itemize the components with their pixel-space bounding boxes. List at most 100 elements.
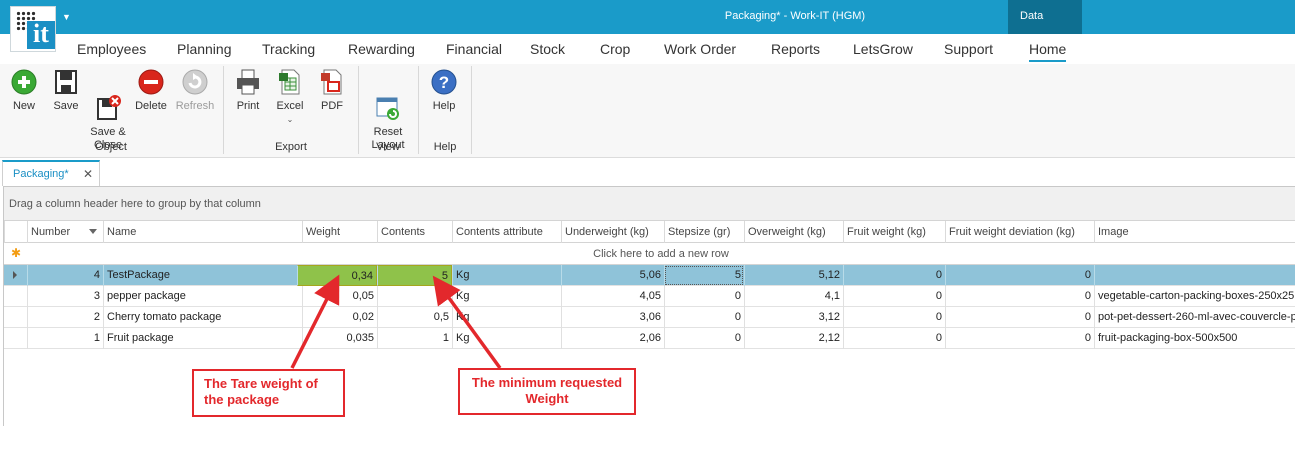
cell-weight[interactable]: 0,02 — [302, 307, 377, 328]
new-button[interactable]: New — [8, 68, 40, 113]
group-by-panel[interactable]: Drag a column header here to group by th… — [4, 187, 1295, 221]
cell-name[interactable]: pepper package — [103, 286, 302, 307]
excel-label: Excel — [276, 100, 304, 112]
cell-image[interactable]: fruit-packaging-box-500x500 — [1094, 328, 1295, 349]
cell-contents[interactable]: 0,5 — [377, 307, 452, 328]
cell-name[interactable]: Cherry tomato package — [103, 307, 302, 328]
cell-image[interactable]: pot-pet-dessert-260-ml-avec-couvercle-p — [1094, 307, 1295, 328]
excel-icon — [276, 68, 304, 96]
save-close-button[interactable]: Save & Close — [88, 68, 128, 152]
column-header-contents[interactable]: Contents — [377, 221, 452, 243]
cell-stepsize[interactable]: 0 — [664, 328, 744, 349]
print-icon — [234, 68, 262, 96]
menu-employees[interactable]: Employees — [77, 41, 146, 57]
cell-number[interactable]: 3 — [27, 286, 103, 307]
save-button[interactable]: Save — [50, 68, 82, 113]
cell-weight[interactable]: 0,05 — [302, 286, 377, 307]
cell-underweight[interactable]: 2,06 — [561, 328, 664, 349]
new-row-prompt: Click here to add a new row — [593, 248, 729, 260]
cell-contents[interactable]: 5 — [377, 265, 452, 286]
pdf-button[interactable]: PDF — [316, 68, 348, 113]
print-button[interactable]: Print — [232, 68, 264, 113]
table-row[interactable]: 4 TestPackage 0,34 5 Kg 5,06 5 5,12 0 0 — [4, 265, 1295, 286]
menu-financial[interactable]: Financial — [446, 41, 502, 57]
cell-name[interactable]: Fruit package — [103, 328, 302, 349]
menu-letsgrow[interactable]: LetsGrow — [853, 41, 913, 57]
cell-fruit-weight-deviation[interactable]: 0 — [945, 265, 1094, 286]
column-header-name[interactable]: Name — [103, 221, 302, 243]
column-header-fruit-weight[interactable]: Fruit weight (kg) — [843, 221, 945, 243]
menu-crop[interactable]: Crop — [600, 41, 630, 57]
excel-button[interactable]: Excel ⌄ — [274, 68, 306, 126]
menu-tracking[interactable]: Tracking — [262, 41, 315, 57]
column-header-underweight[interactable]: Underweight (kg) — [561, 221, 664, 243]
cell-stepsize[interactable]: 5 — [664, 265, 744, 286]
cell-overweight[interactable]: 2,12 — [744, 328, 843, 349]
column-header-weight[interactable]: Weight — [302, 221, 377, 243]
cell-contents-attribute[interactable]: Kg — [452, 265, 561, 286]
cell-number[interactable]: 1 — [27, 328, 103, 349]
data-context-tab[interactable]: Data — [1008, 0, 1082, 34]
cell-image[interactable]: vegetable-carton-packing-boxes-250x25 — [1094, 286, 1295, 307]
cell-fruit-weight[interactable]: 0 — [843, 265, 945, 286]
svg-text:?: ? — [439, 73, 449, 92]
column-header-number[interactable]: Number — [27, 221, 103, 243]
document-tabs: Packaging* ✕ — [0, 158, 1295, 186]
cell-stepsize[interactable]: 0 — [664, 286, 744, 307]
cell-fruit-weight-deviation[interactable]: 0 — [945, 328, 1094, 349]
cell-image[interactable] — [1094, 265, 1295, 286]
cell-contents-attribute[interactable]: Kg — [452, 307, 561, 328]
sort-descending-icon — [89, 229, 97, 234]
cell-overweight[interactable]: 3,12 — [744, 307, 843, 328]
cell-contents-attribute[interactable]: Kg — [452, 286, 561, 307]
cell-number[interactable]: 4 — [27, 265, 103, 286]
cell-fruit-weight-deviation[interactable]: 0 — [945, 286, 1094, 307]
column-header-image[interactable]: Image — [1094, 221, 1295, 243]
menu-work-order[interactable]: Work Order — [664, 41, 736, 57]
cell-weight[interactable]: 0,34 — [297, 265, 377, 286]
new-row[interactable]: ✱ Click here to add a new row — [4, 243, 1295, 265]
cell-underweight[interactable]: 4,05 — [561, 286, 664, 307]
column-header-fruit-weight-deviation[interactable]: Fruit weight deviation (kg) — [945, 221, 1094, 243]
column-header-overweight[interactable]: Overweight (kg) — [744, 221, 843, 243]
delete-button[interactable]: Delete — [134, 68, 168, 113]
column-header-stepsize[interactable]: Stepsize (gr) — [664, 221, 744, 243]
menu-support[interactable]: Support — [944, 41, 993, 57]
excel-dropdown-icon[interactable]: ⌄ — [274, 113, 306, 126]
cell-underweight[interactable]: 3,06 — [561, 307, 664, 328]
cell-overweight[interactable]: 4,1 — [744, 286, 843, 307]
group-export-label: Export — [275, 141, 307, 153]
cell-contents[interactable]: 1 — [377, 328, 452, 349]
cell-contents-attribute[interactable]: Kg — [452, 328, 561, 349]
menu-home[interactable]: Home — [1029, 41, 1067, 62]
menu-stock[interactable]: Stock — [530, 41, 565, 57]
cell-stepsize[interactable]: 0 — [664, 307, 744, 328]
cell-underweight[interactable]: 5,06 — [561, 265, 664, 286]
column-header-contents-attribute[interactable]: Contents attribute — [452, 221, 561, 243]
table-row[interactable]: 3 pepper package 0,05 Kg 4,05 0 4,1 0 0 … — [4, 286, 1295, 307]
cell-overweight[interactable]: 5,12 — [744, 265, 843, 286]
menu-rewarding[interactable]: Rewarding — [348, 41, 415, 57]
cell-weight[interactable]: 0,035 — [302, 328, 377, 349]
cell-contents[interactable] — [377, 286, 452, 307]
row-indicator-header — [4, 221, 27, 243]
tab-packaging-label: Packaging* — [13, 168, 69, 180]
table-row[interactable]: 2 Cherry tomato package 0,02 0,5 Kg 3,06… — [4, 307, 1295, 328]
cell-fruit-weight[interactable]: 0 — [843, 307, 945, 328]
cell-fruit-weight[interactable]: 0 — [843, 328, 945, 349]
refresh-button[interactable]: Refresh — [174, 68, 216, 113]
cell-name[interactable]: TestPackage — [103, 265, 302, 286]
tab-packaging[interactable]: Packaging* ✕ — [2, 160, 100, 186]
table-row[interactable]: 1 Fruit package 0,035 1 Kg 2,06 0 2,12 0… — [4, 328, 1295, 349]
close-icon[interactable]: ✕ — [83, 167, 93, 181]
menu-reports[interactable]: Reports — [771, 41, 820, 57]
menu-planning[interactable]: Planning — [177, 41, 232, 57]
cell-fruit-weight-deviation[interactable]: 0 — [945, 307, 1094, 328]
save-icon — [52, 68, 80, 96]
cell-fruit-weight[interactable]: 0 — [843, 286, 945, 307]
help-button[interactable]: ? Help — [428, 68, 460, 113]
reset-layout-button[interactable]: Reset Layout — [366, 68, 410, 152]
app-menu-caret-icon[interactable]: ▼ — [62, 12, 71, 22]
cell-number[interactable]: 2 — [27, 307, 103, 328]
app-logo[interactable]: it — [10, 6, 56, 52]
